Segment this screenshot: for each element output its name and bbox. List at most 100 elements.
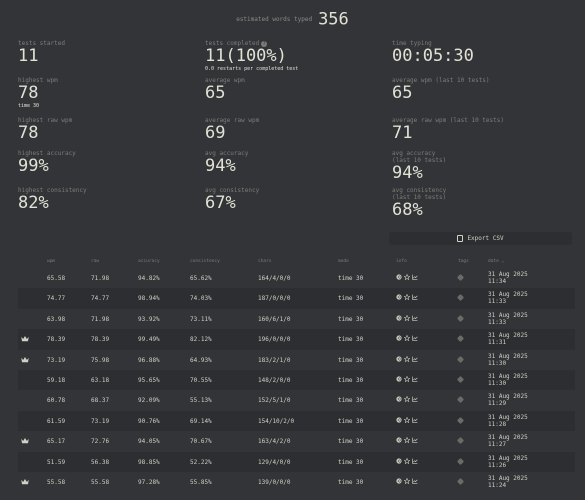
language-icon[interactable] bbox=[396, 355, 402, 362]
date-day: 31 Aug 2025 bbox=[488, 434, 528, 442]
cell-mode: time 30 bbox=[338, 458, 364, 466]
header-date[interactable]: date ⌄ bbox=[488, 259, 504, 264]
tag-icon[interactable] bbox=[456, 396, 465, 404]
tag-icon[interactable] bbox=[456, 314, 465, 322]
star-icon[interactable] bbox=[404, 477, 410, 484]
language-icon[interactable] bbox=[396, 478, 402, 484]
cell-wpm: 73.19 bbox=[47, 356, 66, 364]
header-mode[interactable]: mode bbox=[338, 259, 349, 264]
date-day: 31 Aug 2025 bbox=[488, 454, 528, 462]
language-icon[interactable] bbox=[396, 417, 402, 423]
crown-icon bbox=[21, 438, 29, 444]
chart-icon[interactable] bbox=[412, 315, 418, 321]
tag-icon[interactable] bbox=[456, 355, 465, 363]
tag-icon[interactable] bbox=[456, 294, 465, 302]
header-raw[interactable]: raw bbox=[91, 259, 99, 264]
stat-highest-wpm: highest wpm 78 time 30 bbox=[18, 77, 58, 110]
tag-icon[interactable] bbox=[456, 416, 465, 424]
tag-icon[interactable] bbox=[456, 375, 465, 383]
chart-icon[interactable] bbox=[412, 417, 418, 423]
cell-wpm: 74.77 bbox=[47, 295, 66, 303]
file-icon bbox=[457, 235, 464, 242]
cell-mode: time 30 bbox=[338, 295, 364, 303]
cell-date: 31 Aug 2025 11:34 bbox=[488, 271, 528, 285]
language-icon[interactable] bbox=[396, 437, 402, 443]
info-icons bbox=[396, 457, 418, 464]
chart-icon[interactable] bbox=[412, 458, 418, 464]
stat-value: 00:05:30 bbox=[392, 46, 474, 66]
star-icon[interactable] bbox=[404, 335, 410, 342]
stat-tests-started: tests started 11 bbox=[18, 40, 65, 66]
cell-raw: 74.77 bbox=[91, 295, 110, 303]
cell-chars: 160/6/1/0 bbox=[258, 315, 291, 323]
language-icon[interactable] bbox=[396, 376, 402, 382]
star-icon[interactable] bbox=[404, 457, 410, 464]
star-icon[interactable] bbox=[404, 355, 410, 362]
cell-accuracy: 99.49% bbox=[138, 336, 160, 344]
language-icon[interactable] bbox=[396, 294, 402, 300]
info-icons bbox=[396, 437, 418, 444]
chart-icon[interactable] bbox=[412, 274, 418, 280]
star-icon[interactable] bbox=[404, 294, 410, 301]
chart-icon[interactable] bbox=[412, 294, 418, 301]
cell-raw: 55.58 bbox=[91, 478, 110, 486]
star-icon[interactable] bbox=[404, 375, 410, 382]
chart-icon[interactable] bbox=[412, 356, 418, 362]
header-chars[interactable]: chars bbox=[258, 259, 272, 264]
star-icon[interactable] bbox=[404, 314, 410, 321]
chart-icon[interactable] bbox=[412, 478, 418, 484]
header-tags: tags bbox=[458, 259, 469, 264]
tag-icon[interactable] bbox=[456, 273, 465, 282]
date-time: 11:26 bbox=[488, 461, 507, 469]
date-day: 31 Aug 2025 bbox=[488, 393, 528, 401]
date-time: 11:30 bbox=[488, 359, 507, 367]
stat-sub: 0.0 restarts per completed test bbox=[205, 66, 299, 72]
cell-chars: 164/4/0/0 bbox=[258, 275, 291, 282]
table-row: 63.98 71.98 93.92% 73.11% 160/6/1/0 time 30 31… bbox=[18, 309, 575, 329]
crown-icon bbox=[21, 478, 29, 485]
cell-accuracy: 94.82% bbox=[138, 275, 160, 282]
stat-value: 65 bbox=[205, 83, 226, 103]
chart-icon[interactable] bbox=[412, 437, 418, 443]
table-row: 59.18 63.18 95.65% 70.55% 148/2/0/0 time 30 31… bbox=[18, 369, 575, 391]
language-icon[interactable] bbox=[396, 274, 402, 280]
estimated-words-label: estimated words typed bbox=[236, 16, 313, 23]
star-icon[interactable] bbox=[404, 437, 410, 444]
cell-chars: 139/0/0/0 bbox=[258, 478, 291, 486]
cell-wpm: 65.58 bbox=[47, 275, 66, 282]
stat-avg-consistency-last10: avg consistency (last 10 tests) 68% bbox=[392, 187, 446, 220]
language-icon[interactable] bbox=[396, 315, 402, 321]
cell-chars: 187/0/0/0 bbox=[258, 295, 291, 303]
star-icon[interactable] bbox=[404, 396, 410, 403]
cell-consistency: 70.67% bbox=[190, 438, 212, 446]
cell-mode: time 30 bbox=[338, 275, 364, 282]
stat-value: 65 bbox=[392, 83, 413, 103]
tag-icon[interactable] bbox=[456, 457, 465, 465]
language-icon[interactable] bbox=[396, 335, 402, 341]
stat-avg-accuracy-last10: avg accuracy (last 10 tests) 94% bbox=[392, 150, 446, 183]
star-icon[interactable] bbox=[404, 416, 410, 423]
cell-mode: time 30 bbox=[338, 376, 364, 384]
header-accuracy[interactable]: accuracy bbox=[138, 259, 160, 264]
cell-raw: 71.98 bbox=[91, 275, 110, 282]
chart-icon[interactable] bbox=[412, 376, 418, 382]
tag-icon[interactable] bbox=[456, 335, 465, 343]
chart-icon[interactable] bbox=[412, 396, 418, 403]
header-wpm[interactable]: wpm bbox=[47, 259, 55, 264]
cell-raw: 78.39 bbox=[91, 336, 110, 344]
cell-chars: 148/2/0/0 bbox=[258, 376, 291, 384]
cell-consistency: 64.93% bbox=[190, 356, 212, 364]
chart-icon[interactable] bbox=[412, 335, 418, 341]
cell-mode: time 30 bbox=[338, 315, 364, 323]
header-consistency[interactable]: consistency bbox=[190, 259, 220, 264]
language-icon[interactable] bbox=[396, 457, 402, 464]
language-icon[interactable] bbox=[396, 396, 402, 402]
tag-icon[interactable] bbox=[456, 437, 465, 445]
export-csv-button[interactable]: Export CSV bbox=[389, 232, 572, 245]
date-day: 31 Aug 2025 bbox=[488, 271, 528, 278]
tag-icon[interactable] bbox=[456, 477, 465, 485]
stat-value: 78 bbox=[18, 123, 39, 143]
star-icon[interactable] bbox=[404, 274, 410, 280]
stat-value: 11(100%) bbox=[205, 46, 287, 66]
stat-highest-accuracy: highest accuracy 99% bbox=[18, 150, 76, 176]
